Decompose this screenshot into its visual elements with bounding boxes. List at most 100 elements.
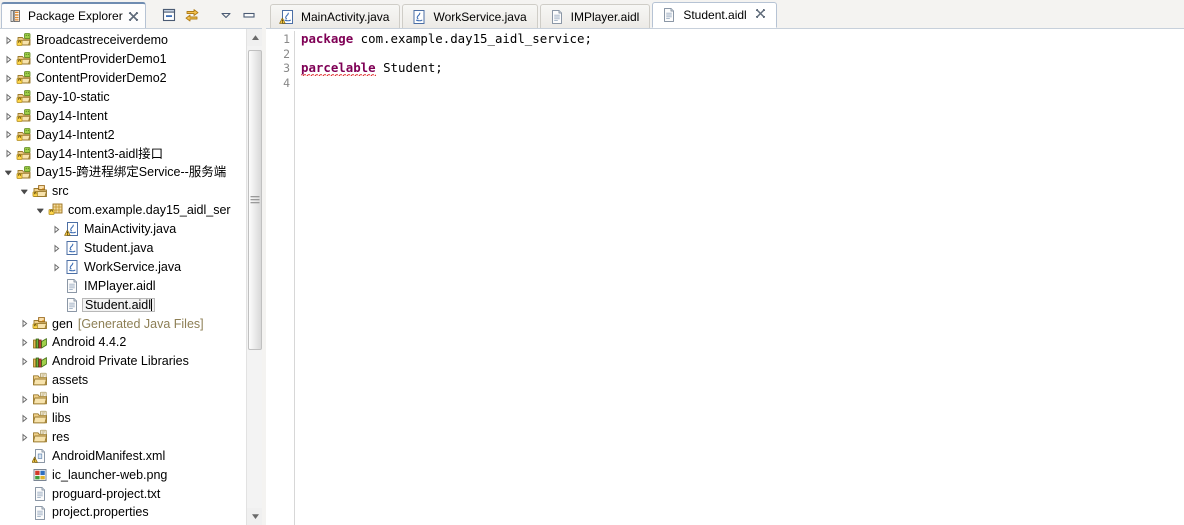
tree-item-icon [63,278,81,294]
tree-expand-arrow[interactable] [18,414,31,423]
tree-expand-arrow[interactable] [2,149,15,158]
tree-item-label: res [52,429,70,444]
tree-expand-arrow[interactable] [2,112,15,121]
tree-item-workservice-java[interactable]: WorkService.java [0,258,246,277]
tree-item-icon [63,240,81,256]
view-menu-button[interactable] [217,6,235,24]
tree-item-student-java[interactable]: Student.java [0,239,246,258]
tree-item-icon [15,127,33,143]
tree-item-icon [31,448,49,464]
manifest-icon [32,448,48,464]
tree-item-student-aidl[interactable]: Student.aidl [0,295,246,314]
tree-item-contentproviderdemo2[interactable]: ContentProviderDemo2 [0,69,246,88]
tree-item-label: Android Private Libraries [52,354,189,369]
tree-item-label: WorkService.java [84,259,182,274]
view-tab-package-explorer[interactable]: Package Explorer [1,2,146,28]
file-icon [32,486,48,502]
tree-expand-arrow[interactable] [2,36,15,45]
tree-item-day14-intent[interactable]: Day14-Intent [0,107,246,126]
tree-item-label-wrap: gen [Generated Java Files] [52,318,204,331]
close-icon[interactable] [755,8,766,22]
editor-body[interactable]: 1234 package com.example.day15_aidl_serv… [266,28,1184,525]
code-line[interactable]: package com.example.day15_aidl_service; [301,31,1184,47]
tree-item-ic-launcher-web-png[interactable]: ic_launcher-web.png [0,465,246,484]
tree-vertical-scrollbar[interactable] [246,29,262,525]
scrollbar-grip-icon [250,193,260,207]
tree-expand-arrow[interactable] [50,263,63,272]
editor-tab-mainactivity-java[interactable]: MainActivity.java [270,4,401,28]
scrollbar-track[interactable] [247,46,262,508]
editor-tab-implayer-aidl[interactable]: IMPlayer.aidl [539,4,651,28]
source-code[interactable]: package com.example.day15_aidl_service;p… [295,29,1184,525]
tree-item-label-wrap: IMPlayer.aidl [84,280,156,293]
tree-item-icon [63,221,81,237]
folder-icon [32,391,48,407]
tree-expand-arrow[interactable] [2,74,15,83]
source-folder-icon [32,184,48,200]
tree-item-src[interactable]: src [0,182,246,201]
tree-collapse-arrow[interactable] [18,187,31,196]
tree-expand-arrow[interactable] [2,93,15,102]
tree-item-label-wrap: Android 4.4.2 [52,336,126,349]
text-caret [151,298,153,311]
tree-item-bin[interactable]: bin [0,390,246,409]
tree-item-label: gen [52,316,73,331]
tree-item-contentproviderdemo1[interactable]: ContentProviderDemo1 [0,50,246,69]
tree-item-day14-intent3-aidl[interactable]: Day14-Intent3-aidl接口 [0,144,246,163]
tree-collapse-arrow[interactable] [34,206,47,215]
tree-expand-arrow[interactable] [2,55,15,64]
tree-item-day14-intent2[interactable]: Day14-Intent2 [0,125,246,144]
tree-item-label: ContentProviderDemo1 [36,52,167,67]
code-line[interactable] [301,76,1184,91]
tree-expand-arrow[interactable] [18,338,31,347]
tree-collapse-arrow[interactable] [2,168,15,177]
tree-expand-arrow[interactable] [18,433,31,442]
editor-tab-label: Student.aidl [683,8,747,22]
tree-item-res[interactable]: res [0,428,246,447]
tree-item-project-properties[interactable]: project.properties [0,503,246,522]
tree-item-com-example-day15-aidl-ser[interactable]: com.example.day15_aidl_ser [0,201,246,220]
package-explorer-body: Broadcastreceiverdemo ContentProviderDem… [0,28,262,525]
tree-expand-arrow[interactable] [50,225,63,234]
tree-item-proguard-project-txt[interactable]: proguard-project.txt [0,484,246,503]
link-with-editor-button[interactable] [183,6,201,24]
tree-item-day15-service[interactable]: Day15-跨进程绑定Service--服务端 [0,163,246,182]
tree-expand-arrow[interactable] [50,244,63,253]
tree-item-label: Student.java [84,240,154,255]
scroll-up-arrow[interactable] [247,29,262,46]
tree-item-gen[interactable]: gen [Generated Java Files] [0,314,246,333]
close-icon[interactable] [128,11,139,22]
java-icon [64,259,80,275]
package-icon [48,202,64,218]
file-icon [32,505,48,521]
code-line[interactable]: parcelable Student; [301,60,1184,77]
tree-item-assets[interactable]: assets [0,371,246,390]
project-tree[interactable]: Broadcastreceiverdemo ContentProviderDem… [0,29,246,525]
tree-item-broadcastreceiverdemo[interactable]: Broadcastreceiverdemo [0,31,246,50]
file-icon [64,297,80,313]
editor-tab-student-aidl[interactable]: Student.aidl [652,2,777,28]
editor-tab-label: WorkService.java [433,9,527,24]
tree-expand-arrow[interactable] [2,130,15,139]
scrollbar-thumb[interactable] [248,50,262,350]
tree-item-android-4-4-2[interactable]: Android 4.4.2 [0,333,246,352]
tree-item-mainactivity-java[interactable]: MainActivity.java [0,220,246,239]
tree-item-label-wrap: Day15-跨进程绑定Service--服务端 [36,166,226,179]
tree-item-libs[interactable]: libs [0,409,246,428]
tree-item-android-private-libraries[interactable]: Android Private Libraries [0,352,246,371]
tree-item-icon [31,486,49,502]
tree-expand-arrow[interactable] [18,395,31,404]
code-line[interactable] [301,47,1184,62]
tree-expand-arrow[interactable] [18,319,31,328]
collapse-all-button[interactable] [160,6,178,24]
tree-item-day-10-static[interactable]: Day-10-static [0,88,246,107]
tree-item-label-wrap: Day-10-static [36,91,110,104]
tree-item-implayer-aidl[interactable]: IMPlayer.aidl [0,277,246,296]
tree-expand-arrow[interactable] [18,357,31,366]
scroll-down-arrow[interactable] [247,508,262,525]
tree-item-label: AndroidManifest.xml [52,448,166,463]
tree-item-androidmanifest-xml[interactable]: AndroidManifest.xml [0,447,246,466]
tree-item-label: MainActivity.java [84,222,177,237]
editor-tab-workservice-java[interactable]: WorkService.java [402,4,538,28]
minimize-button[interactable] [240,6,258,24]
